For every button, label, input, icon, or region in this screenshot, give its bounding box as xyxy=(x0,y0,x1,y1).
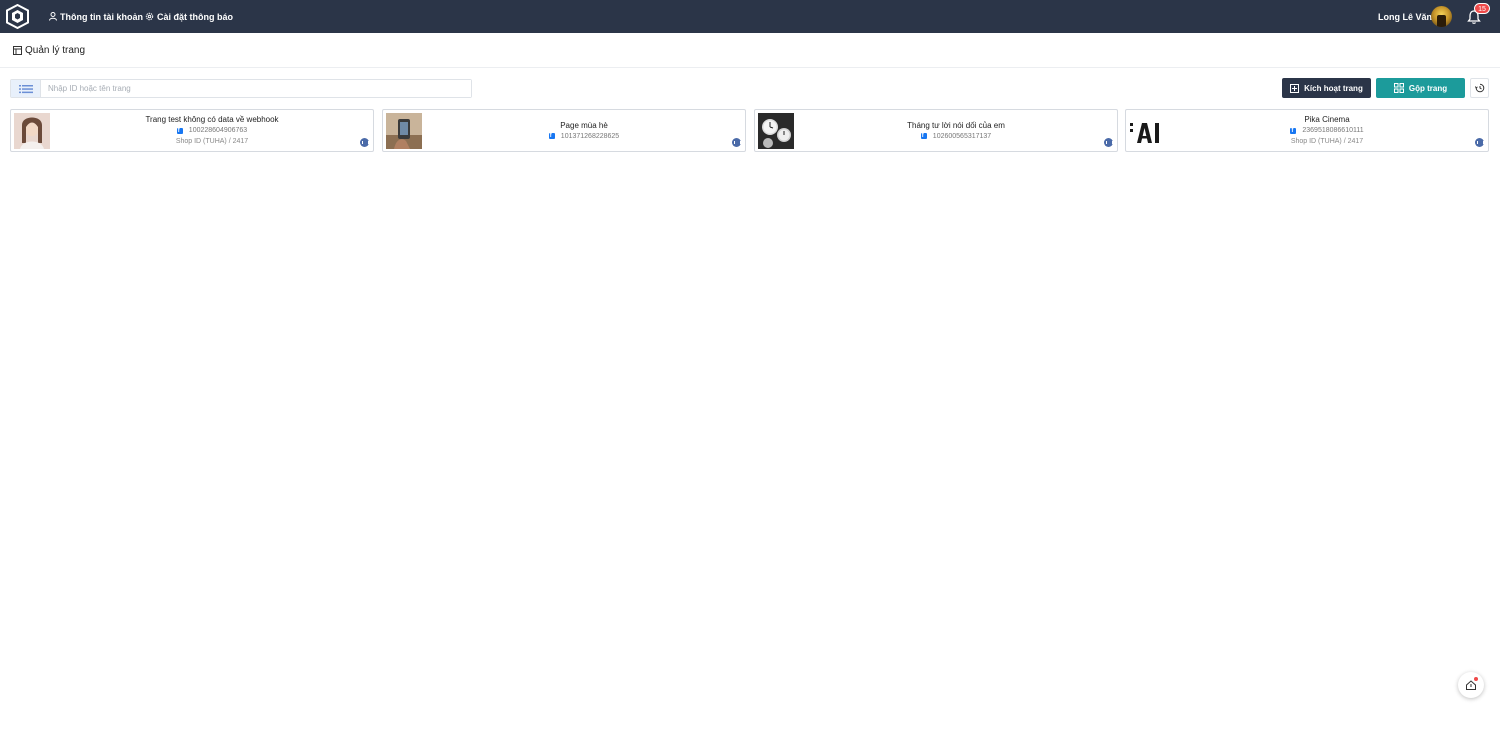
sync-icon[interactable] xyxy=(1104,138,1113,147)
page-id: 100228604906763 xyxy=(176,125,248,137)
nav-account-info-label: Thông tin tài khoản xyxy=(60,11,143,22)
page-avatar xyxy=(386,113,422,149)
history-icon xyxy=(1474,83,1484,93)
page-shop: Shop ID (TUHA) / 2417 xyxy=(1290,138,1364,145)
page-card[interactable]: Trang test không có data về webhook 1002… xyxy=(10,109,374,152)
page-card[interactable]: Page mùa hè 101371268228625 xyxy=(382,109,746,152)
history-button[interactable] xyxy=(1470,78,1489,98)
nav-account-info[interactable]: Thông tin tài khoản xyxy=(49,0,143,33)
facebook-icon xyxy=(548,131,555,142)
page-name: Page mùa hè xyxy=(560,120,608,130)
page-name: Trang test không có data về webhook xyxy=(145,115,279,124)
page-header xyxy=(0,33,1500,68)
merge-icon xyxy=(1393,83,1404,93)
app-logo-icon[interactable] xyxy=(5,4,30,29)
floating-help-button[interactable] xyxy=(1458,672,1484,698)
user-icon xyxy=(49,12,57,21)
user-name[interactable]: Long Lê Văn xyxy=(1378,0,1432,33)
merge-page-button[interactable]: Gộp trang xyxy=(1376,78,1465,98)
activate-page-button[interactable]: Kích hoạt trang xyxy=(1282,78,1371,98)
page-id-value: 102600565317137 xyxy=(932,132,992,140)
gear-icon xyxy=(145,12,154,21)
page-name: Tháng tư lời nói dối của em xyxy=(907,120,1005,130)
page-avatar xyxy=(14,113,50,149)
page-id: 101371268228625 xyxy=(548,131,620,142)
page-id: 2369518086610111 xyxy=(1290,125,1364,137)
page-manage-icon xyxy=(13,46,22,55)
search-bar xyxy=(10,79,472,98)
page-title-text: Quản lý trang xyxy=(25,45,86,56)
sync-icon[interactable] xyxy=(1475,138,1484,147)
page-id: 102600565317137 xyxy=(920,131,992,142)
facebook-icon xyxy=(920,131,927,142)
page-card[interactable]: Tháng tư lời nói dối của em 102600565317… xyxy=(754,109,1118,152)
activate-page-label: Kích hoạt trang xyxy=(1304,83,1363,93)
list-icon xyxy=(18,84,33,93)
page-id-value: 100228604906763 xyxy=(188,127,248,134)
facebook-icon xyxy=(176,126,183,137)
top-navbar: Thông tin tài khoản Cài đặt thông báo Lo… xyxy=(0,0,1500,33)
nav-notification-settings[interactable]: Cài đặt thông báo xyxy=(145,0,233,33)
search-input[interactable] xyxy=(41,80,471,97)
page-name: Pika Cinema xyxy=(1304,115,1350,124)
page-id-value: 101371268228625 xyxy=(560,132,620,140)
page-card[interactable]: Pika Cinema 2369518086610111 Shop ID (TU… xyxy=(1125,109,1489,152)
merge-page-label: Gộp trang xyxy=(1408,83,1448,93)
notification-badge: 15 xyxy=(1474,3,1490,14)
nav-notification-settings-label: Cài đặt thông báo xyxy=(157,11,233,22)
list-view-button[interactable] xyxy=(11,80,41,97)
page-avatar xyxy=(758,113,794,149)
page-title: Quản lý trang xyxy=(13,45,85,56)
facebook-icon xyxy=(1290,126,1297,137)
plus-square-icon xyxy=(1290,83,1300,93)
page-id-value: 2369518086610111 xyxy=(1302,127,1364,134)
help-alert-dot xyxy=(1474,677,1478,681)
sync-icon[interactable] xyxy=(360,138,369,147)
sync-icon[interactable] xyxy=(732,138,741,147)
avatar[interactable] xyxy=(1431,6,1452,27)
page-avatar xyxy=(1129,113,1165,149)
page-shop: Shop ID (TUHA) / 2417 xyxy=(175,138,249,145)
